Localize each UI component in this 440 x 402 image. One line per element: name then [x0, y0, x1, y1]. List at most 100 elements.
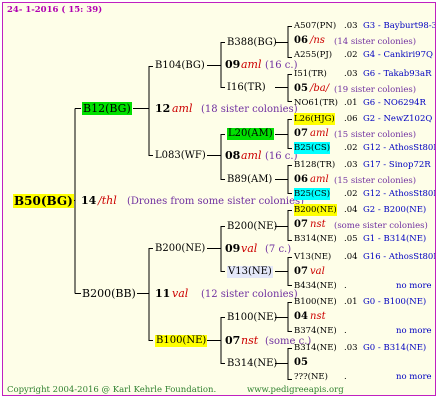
site-link[interactable]: www.pedigreeapis.org: [247, 384, 344, 395]
b200bb-note: (12 sister colonies): [201, 289, 298, 300]
gen5-6-1-num: 04: [294, 310, 308, 322]
gen5-3-1-note: (15 sister colonies): [334, 175, 417, 186]
gen5-0-2-num: .02: [344, 50, 358, 60]
gen5-5-2-num: .: [344, 281, 347, 291]
b100ne-bracket: [207, 317, 225, 364]
copyright-text: Copyright 2004-2016 @ Karl Kehrle Founda…: [7, 385, 217, 395]
gen5-3-1-code: aml: [310, 173, 329, 185]
gen5-3-2-num: .02: [344, 189, 358, 199]
gen5-4-2-label[interactable]: B314(NE): [294, 233, 337, 245]
gen5-7-0-label[interactable]: B314(NE): [294, 342, 337, 354]
gen5-2-0-label[interactable]: L26(HJG): [294, 113, 335, 125]
gen5-4-1-note: (some sister colonies): [334, 220, 428, 231]
gen5-0-2-label[interactable]: A255(PJ): [294, 49, 332, 61]
b200bb-bracket: [137, 248, 153, 341]
gen5-4-2-num: .05: [344, 234, 358, 244]
gen5-0-0-code: G3 - Bayburt98-3: [363, 21, 436, 31]
queen-b200ne-2[interactable]: B200(NE): [227, 221, 277, 233]
gen5-3-2-label[interactable]: B25(CS): [294, 188, 331, 200]
gen5-4-0-num: .04: [344, 205, 358, 215]
gen5-1-1-code: /ba/: [310, 82, 330, 94]
gen5-6-0-label[interactable]: B100(NE): [294, 296, 337, 308]
i16-bracket: [275, 74, 292, 102]
gen5-2-1-note: (15 sister colonies): [334, 129, 417, 140]
b104-bracket: [207, 42, 225, 88]
gen5-2-2-code: G12 - AthosSt80R: [363, 143, 436, 153]
gen5-7-0-num: .03: [344, 343, 358, 353]
b100ne2-bracket: [275, 302, 292, 332]
gen5-7-2-num: .: [344, 372, 347, 382]
gen5-5-2-code: no more: [396, 281, 432, 291]
gen5-6-1-code: nst: [310, 310, 326, 322]
root-gen-code: /thl: [98, 194, 117, 207]
gen5-6-2-code: no more: [396, 326, 432, 336]
queen-b388[interactable]: B388(BG): [227, 37, 277, 49]
gen5-5-0-num: .04: [344, 252, 358, 262]
gen5-1-0-code: G6 - Takab93aR: [363, 69, 432, 79]
b12-gen-code: aml: [172, 102, 193, 115]
gen5-2-0-code: G2 - NewZ102Q: [363, 114, 433, 124]
b200bb-gen-code: val: [172, 287, 189, 300]
gen5-0-2-code: G4 - Cankiri97Q: [363, 50, 433, 60]
l083-note: (16 c.): [265, 151, 298, 162]
queen-b200ne[interactable]: B200(NE): [155, 243, 205, 255]
gen5-5-1-code: val: [310, 265, 325, 277]
gen5-5-2-label[interactable]: B434(NE): [294, 280, 337, 292]
drone-l083[interactable]: L083(WF): [155, 150, 206, 162]
gen5-0-1-note: (14 sister colonies): [334, 36, 417, 47]
gen5-1-2-num: .01: [344, 98, 358, 108]
gen5-4-1-num: 07: [294, 218, 308, 230]
gen5-3-0-num: .03: [344, 160, 358, 170]
drone-i16[interactable]: I16(TR): [227, 82, 266, 94]
b12-bracket: [133, 66, 153, 156]
queen-b100ne-2[interactable]: B100(NE): [227, 312, 277, 324]
drone-b89[interactable]: B89(AM): [227, 174, 272, 186]
b200ne-gen-code: val: [241, 242, 258, 255]
root-note: (Drones from some sister colonies): [127, 196, 305, 207]
gen5-2-2-num: .02: [344, 143, 358, 153]
gen5-6-0-code: G0 - B100(NE): [363, 297, 427, 307]
b100ne-gen-num: 07: [225, 334, 241, 347]
b388-note: (16 c.): [265, 60, 298, 71]
gen5-6-2-num: .: [344, 326, 347, 336]
queen-b104[interactable]: B104(BG): [155, 60, 205, 72]
gen5-1-0-num: .03: [344, 69, 358, 79]
drone-b314[interactable]: B314(NE): [227, 358, 277, 370]
b200ne-bracket: [207, 226, 225, 272]
gen5-3-0-label[interactable]: B128(TR): [294, 159, 335, 171]
gen5-7-2-label[interactable]: ???(NE): [294, 371, 328, 383]
b12-note: (18 sister colonies): [201, 104, 298, 115]
gen5-5-0-label[interactable]: V13(NE): [294, 251, 331, 263]
v13-bracket: [275, 257, 292, 286]
b200ne-note: (7 c.): [265, 244, 292, 255]
gen5-1-2-label[interactable]: NO61(TR): [294, 97, 338, 109]
gen5-7-0-code: G0 - B314(NE): [363, 343, 427, 353]
gen5-2-1-code: aml: [310, 127, 329, 139]
pedigree-chart: 24- 1-2016 ( 15: 39) Copyright 2004-2016…: [2, 2, 436, 396]
gen5-0-0-label[interactable]: A507(PN): [294, 20, 336, 32]
b12-gen-num: 12: [155, 102, 171, 115]
date-stamp: 24- 1-2016 ( 15: 39): [7, 5, 103, 15]
drone-v13[interactable]: V13(NE): [227, 266, 273, 278]
b388-bracket: [275, 26, 292, 58]
gen5-2-2-label[interactable]: B25(CS): [294, 142, 331, 154]
b388-gen-code: aml: [241, 58, 262, 71]
l20-bracket: [275, 119, 292, 149]
gen5-6-2-label[interactable]: B374(NE): [294, 325, 337, 337]
gen5-3-0-code: G17 - Sinop72R: [363, 160, 431, 170]
queen-l20[interactable]: L20(AM): [227, 128, 274, 140]
gen5-7-2-code: no more: [396, 372, 432, 382]
b100ne-gen-code: nst: [241, 334, 259, 347]
gen5-1-0-label[interactable]: I51(TR): [294, 68, 327, 80]
gen5-4-0-label[interactable]: B200(NE): [294, 204, 337, 216]
gen5-1-1-note: (19 sister colonies): [334, 84, 417, 95]
drone-b200bb[interactable]: B200(BB): [82, 288, 136, 300]
queen-b12[interactable]: B12(BG): [82, 102, 132, 115]
gen5-6-0-num: .01: [344, 297, 358, 307]
drone-b100ne[interactable]: B100(NE): [155, 335, 208, 347]
gen5-2-0-num: .06: [344, 114, 358, 124]
b200ne-gen-num: 09: [225, 242, 241, 255]
l083-gen-num: 08: [225, 149, 241, 162]
gen5-3-1-num: 06: [294, 173, 308, 185]
root-queen[interactable]: B50(BG): [13, 194, 74, 208]
